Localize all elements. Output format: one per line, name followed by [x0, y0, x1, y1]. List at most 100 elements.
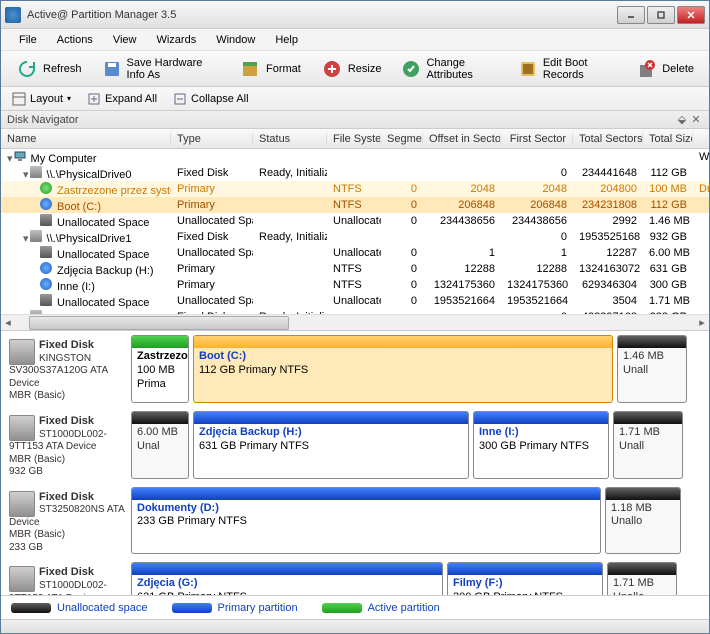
partition-icon — [39, 277, 53, 291]
table-row[interactable]: Unallocated SpaceUnallocated SpaceUnallo… — [1, 213, 709, 229]
cell-type: Primary — [171, 183, 253, 195]
menu-view[interactable]: View — [103, 31, 147, 49]
cell-offset: 2048 — [423, 183, 501, 195]
menu-wizards[interactable]: Wizards — [146, 31, 206, 49]
horizontal-scrollbar[interactable]: ◂ ▸ — [1, 314, 709, 330]
cell-fs: NTFS — [327, 183, 381, 195]
row-name: \\.\PhysicalDrive0 — [47, 169, 132, 181]
refresh-button[interactable]: Refresh — [7, 53, 91, 85]
legend-unallocated-icon — [11, 603, 51, 613]
row-name: \\.\PhysicalDrive2 — [47, 313, 132, 314]
partition-block[interactable]: Zastrzezone100 MB Prima — [131, 335, 189, 403]
cell-type: Primary — [171, 263, 253, 275]
cell-type: Primary — [171, 279, 253, 291]
table-row[interactable]: Zdjęcia Backup (H:)PrimaryNTFS0122881228… — [1, 261, 709, 277]
partition-block[interactable]: Zdjęcia Backup (H:)631 GB Primary NTFS — [193, 411, 469, 479]
disk-icon — [9, 339, 35, 365]
partition-block[interactable]: Zdjęcia (G:)631 GB Primary NTFS — [131, 562, 443, 595]
menu-actions[interactable]: Actions — [47, 31, 103, 49]
cell-first: 1953521664 — [501, 295, 573, 307]
col-total-sectors[interactable]: Total Sectors — [573, 133, 643, 145]
cell-total: 629346304 — [573, 279, 643, 291]
row-name: Boot (C:) — [57, 201, 101, 213]
scroll-right-icon[interactable]: ▸ — [695, 316, 709, 329]
cell-segment: 0 — [381, 247, 423, 259]
disk-info: Fixed DiskKINGSTON SV300S37A120G ATA Dev… — [7, 335, 125, 403]
col-segment[interactable]: Segment — [381, 133, 423, 145]
unallocated-block[interactable]: 1.71 MB Unallo — [607, 562, 677, 595]
cell-offset: 1324175360 — [423, 279, 501, 291]
format-button[interactable]: Format — [230, 53, 310, 85]
cell-total: 234441648 — [573, 167, 643, 179]
col-status[interactable]: Status — [253, 133, 327, 145]
collapse-all-button[interactable]: Collapse All — [166, 89, 255, 109]
partition-bar — [194, 336, 612, 348]
cell-size: 112 GB — [643, 199, 693, 211]
cell-fs: NTFS — [327, 199, 381, 211]
row-name: My Computer — [31, 153, 97, 165]
partition-detail: 300 GB Primary NTFS — [479, 440, 589, 452]
partition-detail: 112 GB Primary NTFS — [199, 364, 308, 376]
scroll-thumb[interactable] — [29, 316, 289, 330]
partition-block[interactable]: Filmy (F:)300 GB Primary NTFS — [447, 562, 603, 595]
table-row[interactable]: Unallocated SpaceUnallocated SpaceUnallo… — [1, 245, 709, 261]
partition-block[interactable]: Dokumenty (D:)233 GB Primary NTFS — [131, 487, 601, 555]
partition-block[interactable]: Boot (C:)112 GB Primary NTFS — [193, 335, 613, 403]
cell-extra: Win — [693, 151, 709, 163]
col-name[interactable]: Name — [1, 133, 171, 145]
maximize-button[interactable] — [647, 6, 675, 24]
table-row[interactable]: Inne (I:)PrimaryNTFS01324175360132417536… — [1, 277, 709, 293]
grid-body[interactable]: ▾My ComputerWin▾\\.\PhysicalDrive0Fixed … — [1, 149, 709, 314]
partition-icon — [39, 261, 53, 275]
cell-fs: NTFS — [327, 279, 381, 291]
table-row[interactable]: ▾\\.\PhysicalDrive0Fixed DiskReady, Init… — [1, 165, 709, 181]
col-first-sector[interactable]: First Sector — [501, 133, 573, 145]
unallocated-block[interactable]: 1.18 MB Unallo — [605, 487, 681, 555]
table-row[interactable]: ▸\\.\PhysicalDrive2Fixed DiskReady, Init… — [1, 309, 709, 314]
close-button[interactable] — [677, 6, 705, 24]
unallocated-icon — [39, 213, 53, 227]
change-attributes-button[interactable]: Change Attributes — [392, 52, 506, 86]
table-row[interactable]: Boot (C:)PrimaryNTFS02068482068482342318… — [1, 197, 709, 213]
table-row[interactable]: ▾My ComputerWin — [1, 149, 709, 165]
scroll-left-icon[interactable]: ◂ — [1, 316, 15, 329]
partition-map: 6.00 MB UnalZdjęcia Backup (H:)631 GB Pr… — [131, 411, 703, 479]
save-hardware-info-button[interactable]: Save Hardware Info As — [93, 52, 228, 86]
cell-size: 112 GB — [643, 167, 693, 179]
legend-active-icon — [322, 603, 362, 613]
table-row[interactable]: Unallocated SpaceUnallocated SpaceUnallo… — [1, 293, 709, 309]
layout-button[interactable]: Layout▾ — [5, 89, 78, 109]
edit-boot-records-button[interactable]: Edit Boot Records — [509, 52, 624, 86]
unallocated-block[interactable]: 1.71 MB Unall — [613, 411, 683, 479]
row-name: \\.\PhysicalDrive1 — [47, 233, 132, 245]
panel-title: Disk Navigator — [7, 114, 79, 126]
col-offset[interactable]: Offset in Sectors — [423, 133, 501, 145]
cell-type: Unallocated Space — [171, 295, 253, 307]
disk-row: Fixed DiskST3250820NS ATA DeviceMBR (Bas… — [7, 487, 703, 555]
delete-button[interactable]: Delete — [626, 53, 703, 85]
disk-icon — [9, 415, 35, 441]
col-filesystem[interactable]: File System — [327, 133, 381, 145]
col-type[interactable]: Type — [171, 133, 253, 145]
disk-map-panel[interactable]: Fixed DiskKINGSTON SV300S37A120G ATA Dev… — [1, 330, 709, 595]
menu-help[interactable]: Help — [265, 31, 308, 49]
table-row[interactable]: Zastrzezone przez system (1:)PrimaryNTFS… — [1, 181, 709, 197]
cell-type: Primary — [171, 199, 253, 211]
cell-total: 12287 — [573, 247, 643, 259]
partition-block[interactable]: Inne (I:)300 GB Primary NTFS — [473, 411, 609, 479]
resize-button[interactable]: Resize — [312, 53, 391, 85]
unallocated-block[interactable]: 1.46 MB Unall — [617, 335, 687, 403]
menu-window[interactable]: Window — [206, 31, 265, 49]
partition-map: Zastrzezone100 MB PrimaBoot (C:)112 GB P… — [131, 335, 703, 403]
menu-file[interactable]: File — [9, 31, 47, 49]
col-total-size[interactable]: Total Size — [643, 133, 693, 145]
panel-close-button[interactable]: ✕ — [689, 113, 703, 126]
cell-total: 234231808 — [573, 199, 643, 211]
table-row[interactable]: ▾\\.\PhysicalDrive1Fixed DiskReady, Init… — [1, 229, 709, 245]
panel-pin-button[interactable]: ⬙ — [675, 113, 689, 126]
disk-row: Fixed DiskST1000DL002-9TT153 ATA DeviceM… — [7, 562, 703, 595]
expand-all-button[interactable]: Expand All — [80, 89, 164, 109]
minimize-button[interactable] — [617, 6, 645, 24]
unallocated-block[interactable]: 6.00 MB Unal — [131, 411, 189, 479]
cell-first: 2048 — [501, 183, 573, 195]
